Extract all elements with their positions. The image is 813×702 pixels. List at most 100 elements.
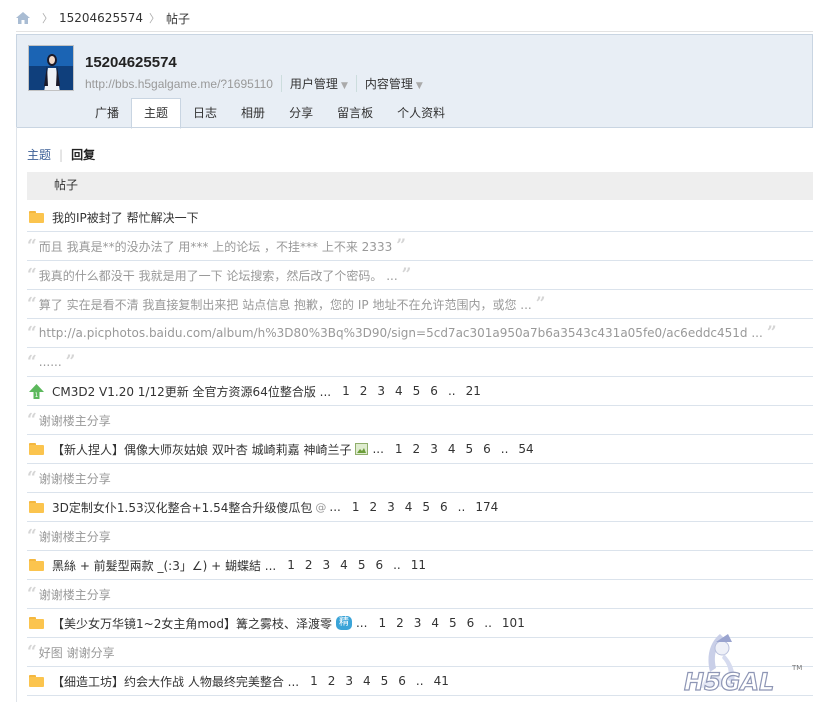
page-link[interactable]: 101	[502, 616, 525, 630]
reply-excerpt[interactable]: 算了 实在是看不清 我直接复制出来把 站点信息 抱歉，您的 IP 地址不在允许范…	[39, 296, 532, 313]
tab-guestbook[interactable]: 留言板	[325, 99, 385, 128]
tab-share[interactable]: 分享	[277, 99, 325, 128]
page-link[interactable]: 5	[381, 674, 389, 688]
page-link[interactable]: 11	[411, 558, 426, 572]
page-link[interactable]: 6	[440, 500, 448, 514]
reply-excerpt[interactable]: 谢谢楼主分享	[39, 412, 111, 429]
page-link[interactable]: 6	[398, 674, 406, 688]
title-ellipsis: ...	[355, 616, 368, 630]
thread-title[interactable]: CM3D2 V1.20 1/12更新 全官方资源64位整合版 ...	[52, 383, 331, 400]
reply-excerpt[interactable]: http://a.picphotos.baidu.com/album/h%3D8…	[39, 326, 763, 340]
page-link[interactable]: 6	[483, 442, 491, 456]
reply-row: “谢谢楼主分享	[27, 464, 813, 493]
avatar[interactable]	[28, 45, 74, 91]
chevron-down-icon: ▼	[415, 81, 423, 91]
reply-excerpt[interactable]: 而且 我真是**的没办法了 用*** 上的论坛 ，不挂*** 上不来 2333	[39, 238, 392, 255]
profile-header-divider	[16, 127, 813, 128]
home-icon[interactable]	[16, 12, 30, 24]
page-link[interactable]: 1	[395, 442, 403, 456]
thread-title[interactable]: 3D定制女仆1.53汉化整合+1.54整合升级傻瓜包	[52, 499, 312, 516]
page-link[interactable]: 4	[340, 558, 348, 572]
page-link[interactable]: 2	[413, 442, 421, 456]
page-link[interactable]: 174	[475, 500, 498, 514]
thread-row: 1 CM3D2 V1.20 1/12更新 全官方资源64位整合版 ... 1 2 3 4 5…	[27, 377, 813, 406]
breadcrumb: 〉 15204625574 〉 帖子	[16, 8, 190, 28]
content-manage-label: 内容管理	[364, 77, 413, 91]
profile-username[interactable]: 15204625574	[85, 54, 177, 71]
thread-title[interactable]: 黑絲 + 前髮型兩款 _(:3」∠) + 蝴蝶結 ...	[52, 557, 276, 574]
reply-row: “http://a.picphotos.baidu.com/album/h%3D…	[27, 319, 813, 348]
tab-blog[interactable]: 日志	[181, 99, 229, 128]
page-link[interactable]: 5	[422, 500, 430, 514]
thread-title[interactable]: 我的IP被封了 帮忙解决一下	[52, 209, 199, 226]
reply-excerpt[interactable]: 谢谢楼主分享	[39, 586, 111, 603]
page-link[interactable]: 2	[369, 500, 377, 514]
tab-album[interactable]: 相册	[229, 99, 277, 128]
thread-title[interactable]: 【细造工坊】约会大作战 人物最终完美整合 ...	[52, 673, 299, 690]
page-link[interactable]: 4	[395, 384, 403, 398]
page-link[interactable]: 2	[328, 674, 336, 688]
page-link[interactable]: 5	[358, 558, 366, 572]
page-link[interactable]: 54	[518, 442, 533, 456]
page-link[interactable]: 1	[287, 558, 295, 572]
reply-excerpt[interactable]: 谢谢楼主分享	[39, 470, 111, 487]
page-link[interactable]: 2	[396, 616, 404, 630]
page-link[interactable]: 1	[310, 674, 318, 688]
page-link[interactable]: 6	[430, 384, 438, 398]
page-link[interactable]: 1	[352, 500, 360, 514]
subtabs: 主题 | 回复	[27, 146, 95, 163]
open-quote-icon: “	[27, 322, 37, 343]
reply-excerpt[interactable]: ......	[39, 355, 62, 369]
page-ellipsis: ..	[484, 616, 492, 630]
page-link[interactable]: 41	[434, 674, 449, 688]
close-quote-icon: ”	[401, 264, 412, 285]
open-quote-icon: “	[27, 409, 37, 430]
breadcrumb-user-link[interactable]: 15204625574	[59, 11, 143, 25]
page-link[interactable]: 5	[413, 384, 421, 398]
reply-excerpt[interactable]: 我真的什么都没干 我就是用了一下 论坛搜索，然后改了个密码。 ...	[39, 267, 398, 284]
page-link[interactable]: 1	[342, 384, 350, 398]
digest-badge: 精	[335, 616, 352, 630]
page-link[interactable]: 6	[375, 558, 383, 572]
thread-title[interactable]: 【美少女万华镜1~2女主角mod】篝之雾枝、泽渡零	[52, 615, 332, 632]
subtab-replies[interactable]: 回复	[71, 146, 95, 163]
reply-row: “算了 实在是看不清 我直接复制出来把 站点信息 抱歉，您的 IP 地址不在允许…	[27, 290, 813, 319]
page-link[interactable]: 4	[448, 442, 456, 456]
page-link[interactable]: 5	[449, 616, 457, 630]
page-link[interactable]: 6	[467, 616, 475, 630]
page-link[interactable]: 3	[323, 558, 331, 572]
tab-topics[interactable]: 主题	[131, 98, 182, 129]
page-link[interactable]: 3	[414, 616, 422, 630]
page-link[interactable]: 2	[305, 558, 313, 572]
attachment-icon: @	[315, 500, 327, 514]
thread-row: 3D定制女仆1.53汉化整合+1.54整合升级傻瓜包 @... 1 2 3 4 5 6.. 17…	[27, 493, 813, 522]
folder-icon	[29, 675, 44, 687]
open-quote-icon: “	[27, 467, 37, 488]
page-link[interactable]: 4	[363, 674, 371, 688]
page-link[interactable]: 3	[387, 500, 395, 514]
page-link[interactable]: 3	[345, 674, 353, 688]
page-link[interactable]: 1	[378, 616, 386, 630]
folder-icon	[29, 443, 44, 455]
content-manage-menu[interactable]: 内容管理 ▼	[355, 75, 423, 92]
open-quote-icon: “	[27, 235, 37, 256]
page-link[interactable]: 3	[430, 442, 438, 456]
page-link[interactable]: 4	[431, 616, 439, 630]
profile-url[interactable]: http://bbs.h5galgame.me/?1695110	[85, 77, 273, 91]
reply-excerpt[interactable]: 谢谢楼主分享	[39, 528, 111, 545]
watermark-text: H5GAL	[684, 668, 774, 696]
subtab-topics[interactable]: 主题	[27, 146, 51, 163]
page-link[interactable]: 21	[466, 384, 481, 398]
user-manage-menu[interactable]: 用户管理 ▼	[280, 75, 348, 92]
page-link[interactable]: 4	[405, 500, 413, 514]
page-link[interactable]: 5	[465, 442, 473, 456]
folder-icon	[29, 617, 44, 629]
page-links: 1 2 3 4 5 6.. 174	[347, 500, 503, 514]
page-link[interactable]: 2	[360, 384, 368, 398]
tab-profile[interactable]: 个人资料	[385, 99, 457, 128]
content-left-border	[16, 127, 17, 702]
reply-excerpt[interactable]: 好图 谢谢分享	[39, 644, 115, 661]
thread-title[interactable]: 【新人捏人】偶像大师灰姑娘 双叶杏 城崎莉嘉 神崎兰子	[52, 441, 351, 458]
page-link[interactable]: 3	[377, 384, 385, 398]
tab-broadcast[interactable]: 广播	[83, 99, 131, 128]
